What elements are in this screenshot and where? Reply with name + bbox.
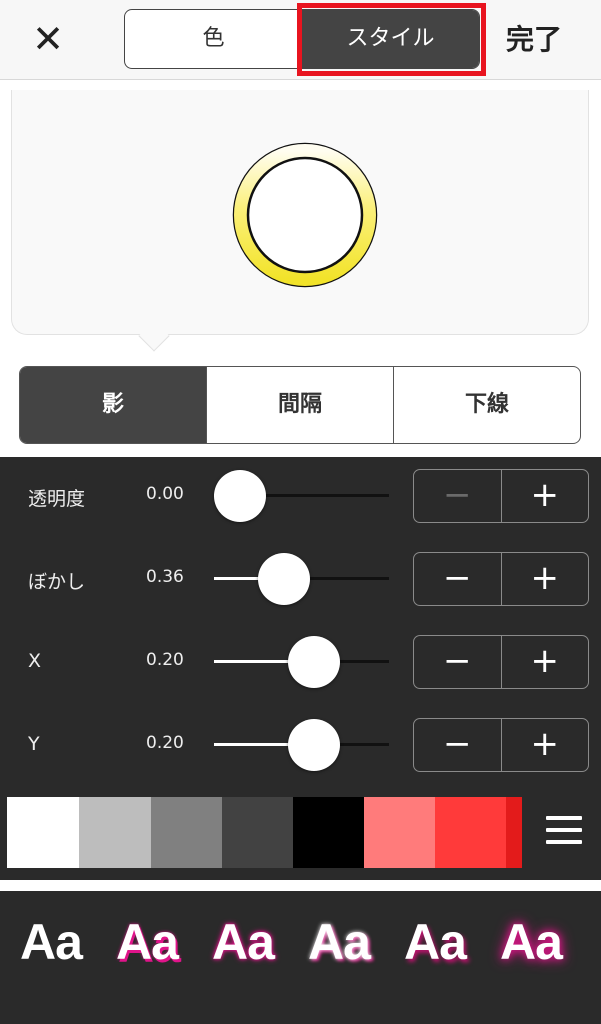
tab-color[interactable]: 色 xyxy=(125,10,302,68)
tab-shadow[interactable]: 影 xyxy=(20,367,206,443)
opacity-label: 透明度 xyxy=(28,488,86,510)
font-style-option[interactable]: Aa xyxy=(20,913,83,971)
y-offset-value: 0.20 xyxy=(146,733,184,753)
x-offset-value: 0.20 xyxy=(146,650,184,670)
color-swatch[interactable] xyxy=(151,797,222,868)
x-offset-slider-thumb[interactable] xyxy=(287,636,340,688)
font-style-strip: Aa Aa Aa Aa Aa Aa xyxy=(0,891,601,1024)
top-bar: ✕ 色 スタイル 完了 xyxy=(0,0,601,80)
style-subtabs: 影 間隔 下線 xyxy=(19,366,581,444)
y-offset-stepper: − + xyxy=(413,718,589,772)
close-icon[interactable]: ✕ xyxy=(26,14,70,64)
preview-ring xyxy=(224,134,386,296)
font-style-option[interactable]: Aa xyxy=(116,913,179,971)
color-swatch[interactable] xyxy=(7,797,79,868)
font-style-option[interactable]: Aa xyxy=(212,913,275,971)
opacity-slider-thumb[interactable] xyxy=(214,470,266,522)
font-style-option[interactable]: Aa xyxy=(500,913,563,971)
font-style-option[interactable]: Aa xyxy=(308,913,371,971)
blur-label: ぼかし xyxy=(28,571,86,593)
blur-stepper: − + xyxy=(413,552,589,606)
x-offset-row: X 0.20 − + xyxy=(0,632,601,692)
blur-row: ぼかし 0.36 − + xyxy=(0,549,601,609)
y-offset-decrement-button[interactable]: − xyxy=(414,719,502,771)
opacity-stepper: − + xyxy=(413,469,589,523)
x-offset-decrement-button[interactable]: − xyxy=(414,636,502,688)
tab-underline[interactable]: 下線 xyxy=(393,367,580,443)
x-offset-increment-button[interactable]: + xyxy=(502,636,589,688)
color-swatch[interactable] xyxy=(364,797,435,868)
color-swatch[interactable] xyxy=(435,797,506,868)
color-swatch[interactable] xyxy=(293,797,364,868)
opacity-decrement-button[interactable]: − xyxy=(414,470,502,522)
blur-slider-thumb[interactable] xyxy=(258,553,311,605)
blur-increment-button[interactable]: + xyxy=(502,553,589,605)
tab-spacing[interactable]: 間隔 xyxy=(206,367,393,443)
y-offset-slider-thumb[interactable] xyxy=(287,719,340,771)
done-button[interactable]: 完了 xyxy=(506,18,562,58)
y-offset-row: Y 0.20 − + xyxy=(0,715,601,775)
x-offset-label: X xyxy=(28,650,42,672)
highlight-annotation xyxy=(297,3,486,76)
color-swatch[interactable] xyxy=(222,797,293,868)
y-offset-increment-button[interactable]: + xyxy=(502,719,589,771)
color-swatch[interactable] xyxy=(79,797,151,868)
y-offset-label: Y xyxy=(28,733,40,755)
shadow-settings-panel: 透明度 0.00 − + ぼかし 0.36 − + X 0.20 − + Y 0… xyxy=(0,457,601,880)
opacity-row: 透明度 0.00 − + xyxy=(0,466,601,526)
hamburger-menu-icon[interactable] xyxy=(546,816,582,848)
opacity-value: 0.00 xyxy=(146,484,184,504)
color-swatch[interactable] xyxy=(506,797,522,868)
blur-value: 0.36 xyxy=(146,567,184,587)
x-offset-stepper: − + xyxy=(413,635,589,689)
blur-decrement-button[interactable]: − xyxy=(414,553,502,605)
font-style-option[interactable]: Aa xyxy=(404,913,467,971)
color-swatches xyxy=(7,797,522,868)
opacity-increment-button[interactable]: + xyxy=(502,470,589,522)
